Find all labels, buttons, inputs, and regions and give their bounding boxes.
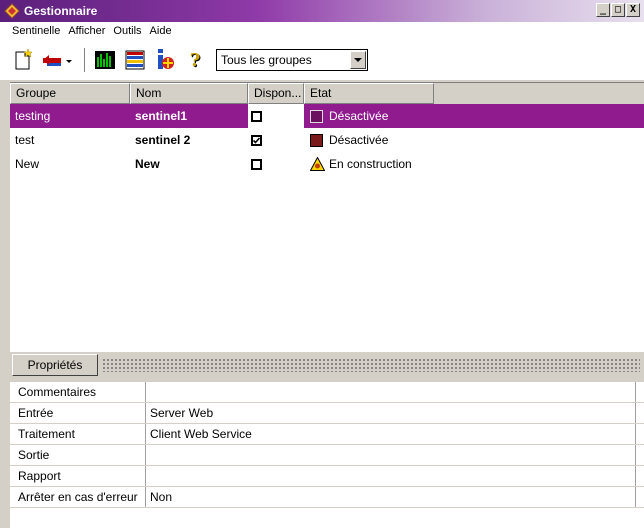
- tab-properties[interactable]: Propriétés: [12, 354, 98, 376]
- list-view-button[interactable]: [122, 47, 148, 73]
- availability-checkbox[interactable]: [251, 134, 262, 146]
- column-header-nom[interactable]: Nom: [130, 83, 248, 104]
- cell-nom: sentinel 2: [135, 133, 191, 147]
- property-row: Sortie: [10, 445, 644, 466]
- window-controls: _ □ X: [596, 3, 640, 17]
- toolbar-separator: [84, 48, 86, 72]
- chart-button[interactable]: [92, 47, 118, 73]
- cell-dispon: [248, 152, 304, 176]
- menu-bar: Sentinelle Afficher Outils Aide: [0, 22, 644, 40]
- properties-grid: Commentaires Entrée Server Web Traitemen…: [10, 382, 644, 528]
- new-sentinel-button[interactable]: [10, 47, 36, 73]
- warning-icon: [310, 157, 325, 171]
- property-value[interactable]: [146, 445, 636, 465]
- menu-afficher[interactable]: Afficher: [68, 25, 105, 37]
- cell-etat: Désactivée: [304, 104, 434, 128]
- cell-nom: New: [135, 157, 160, 171]
- property-row: Rapport: [10, 466, 644, 487]
- status-swatch-icon: [310, 133, 323, 147]
- cell-dispon: [248, 128, 304, 152]
- cell-nom: sentinel1: [135, 109, 188, 123]
- property-row: Traitement Client Web Service: [10, 424, 644, 445]
- property-key: Entrée: [10, 403, 146, 423]
- property-value[interactable]: Client Web Service: [146, 424, 636, 444]
- move-dropdown-button[interactable]: [40, 47, 74, 73]
- cell-dispon: [248, 104, 304, 128]
- info-button[interactable]: [152, 47, 178, 73]
- arrow-left-icon: [43, 55, 72, 66]
- cell-groupe: New: [15, 157, 40, 171]
- menu-aide[interactable]: Aide: [150, 25, 172, 37]
- help-icon: ?: [189, 49, 201, 71]
- column-header-dispon[interactable]: Dispon...: [248, 83, 304, 104]
- list-icon: [125, 50, 145, 70]
- status-text: Désactivée: [329, 133, 389, 147]
- table-row[interactable]: test sentinel 2 Désactivée: [10, 128, 644, 152]
- property-key: Traitement: [10, 424, 146, 444]
- property-key: Sortie: [10, 445, 146, 465]
- property-value[interactable]: [146, 466, 636, 486]
- window-title: Gestionnaire: [24, 4, 98, 18]
- checkmark-icon: [253, 136, 260, 144]
- properties-tab-bar: Propriétés: [10, 352, 644, 378]
- table-row[interactable]: New New En construction: [10, 152, 644, 176]
- column-header-etat[interactable]: Etat: [304, 83, 434, 104]
- availability-checkbox[interactable]: [251, 158, 262, 170]
- cell-groupe: test: [15, 133, 35, 147]
- group-select[interactable]: Tous les groupes: [216, 49, 368, 71]
- table-header: Groupe Nom Dispon... Etat: [10, 83, 644, 104]
- group-select-value: Tous les groupes: [221, 53, 312, 67]
- help-button[interactable]: ?: [182, 47, 208, 73]
- minimize-button[interactable]: _: [596, 3, 610, 17]
- sentinel-table: Groupe Nom Dispon... Etat testing sentin…: [10, 82, 644, 352]
- property-value[interactable]: [146, 382, 636, 402]
- menu-outils[interactable]: Outils: [113, 25, 141, 37]
- title-bar: Gestionnaire _ □ X: [0, 0, 644, 22]
- table-row[interactable]: testing sentinel1 Désactivée: [10, 104, 644, 128]
- new-document-icon: [15, 49, 33, 70]
- toolbar: ? Tous les groupes: [0, 40, 644, 80]
- close-button[interactable]: X: [626, 3, 640, 17]
- menu-sentinelle[interactable]: Sentinelle: [12, 25, 60, 37]
- bar-chart-icon: [95, 51, 115, 69]
- property-value[interactable]: Server Web: [146, 403, 636, 423]
- property-row: Commentaires: [10, 382, 644, 403]
- property-key: Commentaires: [10, 382, 146, 402]
- property-key: Arrêter en cas d'erreur: [10, 487, 146, 507]
- maximize-button[interactable]: □: [611, 3, 625, 17]
- status-swatch-icon: [310, 109, 323, 123]
- property-key: Rapport: [10, 466, 146, 486]
- property-value[interactable]: Non: [146, 487, 636, 507]
- info-icon: [158, 49, 174, 69]
- status-text: En construction: [329, 157, 412, 171]
- cell-etat: En construction: [304, 152, 434, 176]
- status-text: Désactivée: [329, 109, 389, 123]
- property-row: Arrêter en cas d'erreur Non: [10, 487, 644, 508]
- column-header-groupe[interactable]: Groupe: [10, 83, 130, 104]
- cell-etat: Désactivée: [304, 128, 434, 152]
- cell-groupe: testing: [15, 109, 51, 123]
- app-icon: [4, 3, 20, 19]
- splitter-grip[interactable]: [102, 358, 640, 372]
- property-row: Entrée Server Web: [10, 403, 644, 424]
- chevron-down-icon[interactable]: [350, 51, 366, 69]
- availability-checkbox[interactable]: [251, 110, 262, 122]
